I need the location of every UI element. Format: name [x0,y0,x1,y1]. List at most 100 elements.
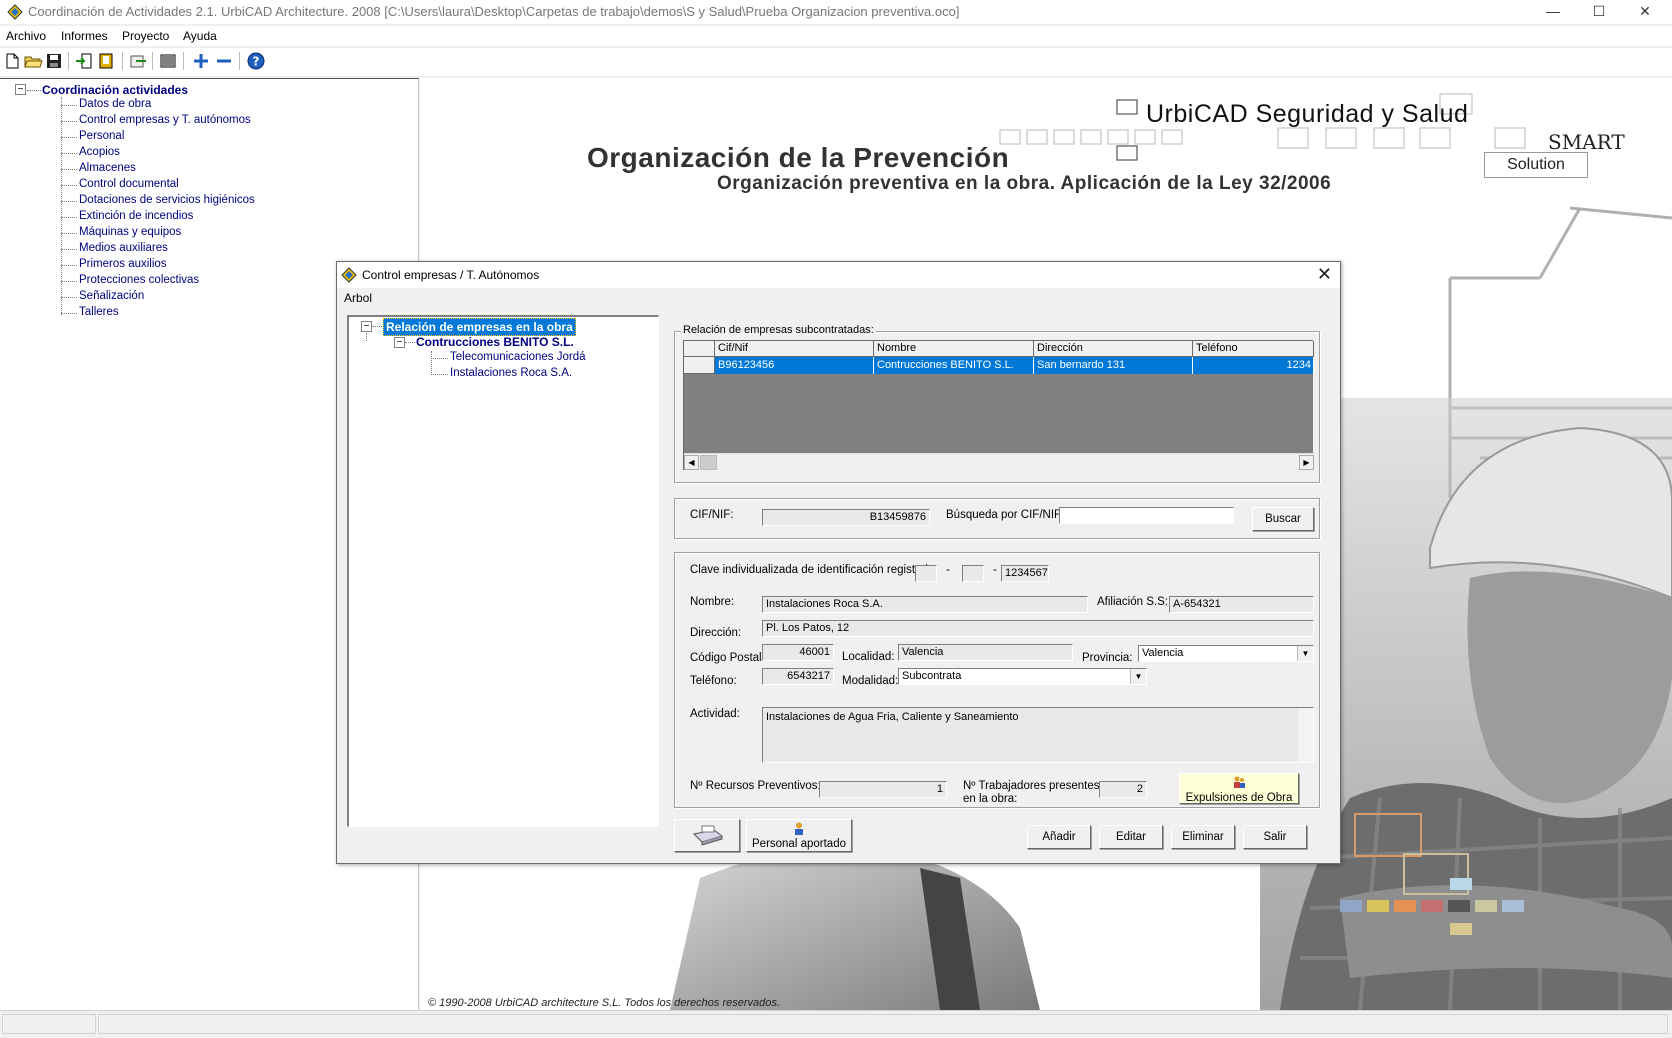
tree-root[interactable]: Coordinación actividades [42,83,188,97]
dialog-close-button[interactable]: ✕ [1317,264,1332,285]
export-icon[interactable] [128,51,148,71]
buscar-button[interactable]: Buscar [1252,507,1314,531]
tree-item-dotaciones[interactable]: Dotaciones de servicios higiénicos [61,194,255,206]
tree-item-senalizacion[interactable]: Señalización [60,290,144,302]
clave-label: Clave individualizada de identificación … [690,564,931,576]
clave-part2-field[interactable] [962,565,984,582]
salir-button[interactable]: Salir [1243,825,1307,849]
tree-item-datos-obra[interactable]: Datos de obra [60,98,151,110]
tree-collapse-icon[interactable]: − [15,84,26,95]
menu-informes[interactable]: Informes [61,29,108,43]
menu-ayuda[interactable]: Ayuda [183,29,217,43]
localidad-field[interactable]: Valencia [898,644,1073,661]
tree-item-medios[interactable]: Medios auxiliares [61,242,168,254]
maximize-button[interactable]: ☐ [1576,0,1622,24]
clave-part1-field[interactable] [915,565,937,582]
menu-proyecto[interactable]: Proyecto [122,29,169,43]
tree-item-acopios[interactable]: Acopios [61,146,120,158]
save-icon[interactable] [44,51,64,71]
open-folder-icon[interactable] [23,51,43,71]
help-icon[interactable]: ? [246,51,266,71]
grid-header-cif[interactable]: Cif/Nif [715,341,874,357]
busqueda-cif-input[interactable] [1059,507,1234,524]
subcontracted-grid[interactable]: Cif/Nif Nombre Dirección Teléfono B96123… [683,340,1314,470]
modalidad-select[interactable]: Subcontrata ▼ [898,668,1147,685]
tree-connector [431,358,448,359]
grid-row-header[interactable] [684,357,715,374]
dialog-menu-arbol[interactable]: Arbol [344,291,372,305]
companies-tree[interactable]: − Relación de empresas en la obra − Cont… [347,315,659,827]
plus-icon[interactable] [191,51,211,71]
minus-icon[interactable] [214,51,234,71]
tree-root-relacion[interactable]: Relación de empresas en la obra [383,318,576,336]
personal-aportado-label: Personal aportado [752,838,846,850]
grid-cell-nombre[interactable]: Contrucciones BENITO S.L. [874,357,1034,374]
book-icon[interactable] [96,51,116,71]
control-empresas-dialog: Control empresas / T. Autónomos ✕ Arbol … [336,261,1341,864]
menu-bar: Archivo Informes Proyecto Ayuda [0,26,1672,46]
personal-aportado-button[interactable]: Personal aportado [746,819,852,852]
tree-item-primeros-auxilios[interactable]: Primeros auxilios [61,258,167,270]
scroll-thumb[interactable] [700,455,717,470]
tree-item-talleres[interactable]: Talleres [61,306,119,318]
nombre-field[interactable]: Instalaciones Roca S.A. [762,596,1088,613]
editar-button[interactable]: Editar [1099,825,1163,849]
close-button[interactable]: ✕ [1622,0,1668,24]
tree-item-personal[interactable]: Personal [60,130,124,142]
anadir-button[interactable]: Añadir [1027,825,1091,849]
window-title: Coordinación de Actividades 2.1. UrbiCAD… [28,4,960,19]
trabajadores-field[interactable]: 2 [1099,781,1147,798]
direccion-field[interactable]: Pl. Los Patos, 12 [762,620,1314,637]
tree-item-extincion[interactable]: Extinción de incendios [60,210,193,222]
tree-company[interactable]: Contrucciones BENITO S.L. [416,335,574,349]
scroll-left-icon[interactable]: ◀ [684,455,699,470]
dialog-title-bar: Control empresas / T. Autónomos ✕ [337,262,1340,288]
splash-heading: Organización de la Prevención [587,142,1010,173]
tree-item-maquinas[interactable]: Máquinas y equipos [60,226,181,238]
telefono-field[interactable]: 6543217 [762,668,834,685]
toolbar-separator [122,52,123,70]
tree-collapse-icon[interactable]: − [394,337,405,348]
afiliacion-field[interactable]: A-654321 [1169,596,1314,613]
cp-label: Código Postal: [690,652,765,664]
menu-archivo[interactable]: Archivo [6,29,46,43]
tree-sub-instalaciones[interactable]: Instalaciones Roca S.A. [450,367,572,379]
cp-field[interactable]: 46001 [762,644,834,661]
provincia-select[interactable]: Valencia ▼ [1138,645,1314,662]
tree-collapse-icon[interactable]: − [361,321,372,332]
printer-icon [692,825,724,846]
tree-item-control-empresas[interactable]: Control empresas y T. autónomos [61,114,251,126]
recursos-field[interactable]: 1 [819,781,947,798]
scroll-right-icon[interactable]: ▶ [1299,455,1314,470]
grid-header-nombre[interactable]: Nombre [874,341,1034,357]
eliminar-button[interactable]: Eliminar [1171,825,1235,849]
splash-subheading: Organización preventiva en la obra. Apli… [717,173,1332,194]
tree-sub-telecomunicaciones[interactable]: Telecomunicaciones Jordá [450,351,586,363]
grid-cell-direccion[interactable]: San bernardo 131 [1034,357,1193,374]
barcode-icon[interactable] [158,51,178,71]
import-icon[interactable] [74,51,94,71]
person-icon [795,822,803,835]
chevron-down-icon[interactable]: ▼ [1297,646,1313,661]
grid-header-direccion[interactable]: Dirección [1034,341,1193,357]
chevron-down-icon[interactable]: ▼ [1130,669,1146,684]
minimize-button[interactable]: — [1530,0,1576,24]
print-button[interactable] [674,819,740,852]
toolbar: ? [0,48,1672,76]
actividad-textarea[interactable]: Instalaciones de Agua Fria, Caliente y S… [762,707,1314,763]
new-file-icon[interactable] [2,51,22,71]
clave-part3-field[interactable]: 1234567 [1001,565,1049,582]
tree-item-almacenes[interactable]: Almacenes [61,162,136,174]
direccion-label: Dirección: [690,627,742,639]
grid-header-telefono[interactable]: Teléfono [1193,341,1314,357]
tree-item-protecciones[interactable]: Protecciones colectivas [60,274,199,286]
tree-item-control-documental[interactable]: Control documental [61,178,179,190]
textarea-scrollbar[interactable] [1298,708,1313,762]
tree-connector [405,342,415,343]
grid-cell-cif[interactable]: B96123456 [715,357,874,374]
cif-field[interactable]: B13459876 [762,509,930,526]
expulsiones-button[interactable]: Expulsiones de Obra [1179,773,1299,804]
grid-cell-telefono[interactable]: 1234 [1193,357,1314,374]
grid-horizontal-scrollbar[interactable]: ◀ ▶ [684,453,1314,470]
tree-connector [431,351,432,375]
